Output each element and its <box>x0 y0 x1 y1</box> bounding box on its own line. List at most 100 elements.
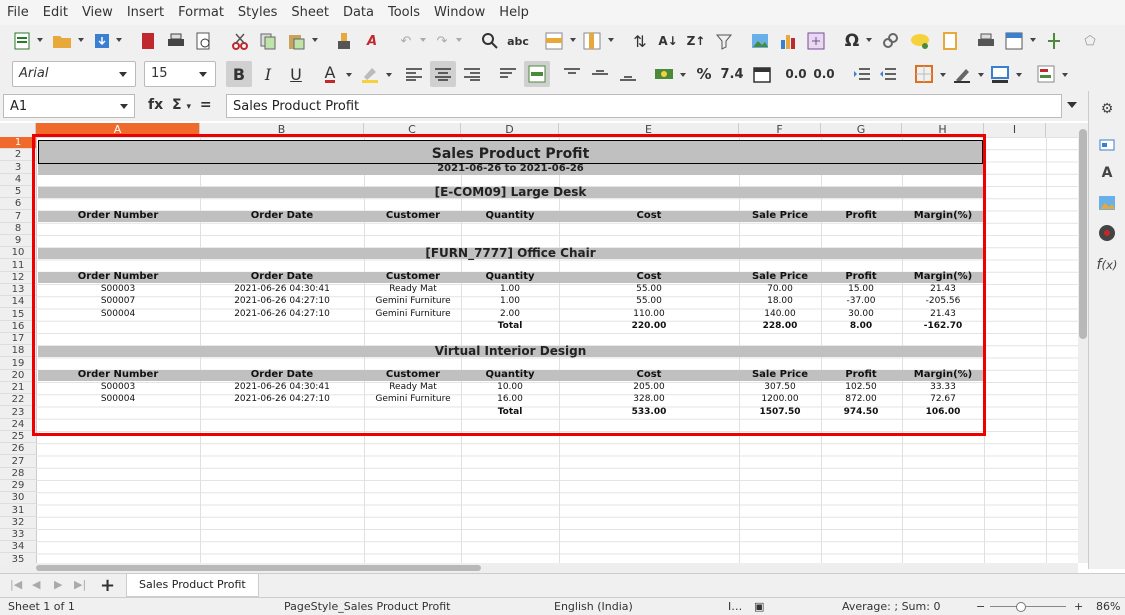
align-top-icon[interactable] <box>562 64 582 84</box>
menu-styles[interactable]: Styles <box>231 5 284 20</box>
row-header-4[interactable]: 4 <box>0 174 36 186</box>
last-sheet-icon[interactable]: ▶| <box>74 578 86 591</box>
freeze-dropdown-icon[interactable] <box>1030 38 1036 42</box>
vertical-scroll-thumb[interactable] <box>1079 129 1087 339</box>
conditional-format-dropdown-icon[interactable] <box>1062 73 1068 77</box>
row-header-11[interactable]: 11 <box>0 260 36 272</box>
sort-ascending-icon[interactable]: A↓ <box>658 31 678 51</box>
cell-order-number[interactable]: S00003 <box>38 284 198 294</box>
row-header-14[interactable]: 14 <box>0 296 36 309</box>
row-header-6[interactable]: 6 <box>0 198 36 211</box>
header-quantity[interactable]: Quantity <box>430 271 590 282</box>
row-header-26[interactable]: 26 <box>0 443 36 456</box>
align-right-icon[interactable] <box>462 64 482 84</box>
cell-margin[interactable]: 21.43 <box>863 309 1023 319</box>
borders-icon[interactable] <box>914 64 934 84</box>
find-replace-icon[interactable] <box>480 31 500 51</box>
decrease-indent-icon[interactable] <box>878 64 898 84</box>
cell-order-number[interactable]: S00004 <box>38 394 198 404</box>
row-header-22[interactable]: 22 <box>0 394 36 407</box>
selection-mode-icon[interactable]: I… <box>728 600 742 613</box>
formula-equals-icon[interactable]: = <box>200 97 212 113</box>
hyperlink-icon[interactable] <box>880 31 900 51</box>
zoom-level[interactable]: 86% <box>1096 600 1120 613</box>
cell-quantity[interactable]: 1.00 <box>430 296 590 306</box>
bold-icon[interactable]: B <box>226 61 252 87</box>
insert-chart-icon[interactable] <box>778 31 798 51</box>
clone-formatting-icon[interactable] <box>334 31 354 51</box>
cell-order-number[interactable]: S00003 <box>38 382 198 392</box>
column-icon[interactable] <box>582 31 602 51</box>
zoom-slider-thumb[interactable] <box>1016 602 1026 612</box>
cell-quantity[interactable]: 10.00 <box>430 382 590 392</box>
new-dropdown-icon[interactable] <box>37 38 43 42</box>
row-header-35[interactable]: 35 <box>0 554 36 564</box>
cell-margin[interactable]: -205.56 <box>863 296 1023 306</box>
row-header-32[interactable]: 32 <box>0 517 36 529</box>
cut-icon[interactable] <box>230 31 250 51</box>
properties-icon[interactable]: ⚙ <box>1097 99 1117 119</box>
horizontal-scroll-thumb[interactable] <box>36 565 481 571</box>
row-header-28[interactable]: 28 <box>0 468 36 480</box>
highlighting-dropdown-icon[interactable] <box>386 73 392 77</box>
zoom-out-icon[interactable]: − <box>976 600 985 613</box>
cell-grid[interactable]: Sales Product Profit 2021-06-26 to 2021-… <box>36 137 1078 563</box>
styles-icon[interactable] <box>1097 135 1117 155</box>
total-margin[interactable]: -162.70 <box>863 321 1023 331</box>
print-icon[interactable] <box>166 31 186 51</box>
zoom-slider[interactable] <box>990 606 1066 607</box>
document-modified-icon[interactable]: ▣ <box>754 600 764 613</box>
italic-icon[interactable]: I <box>258 64 278 84</box>
menu-tools[interactable]: Tools <box>381 5 427 20</box>
pivot-table-icon[interactable] <box>806 31 826 51</box>
menu-window[interactable]: Window <box>427 5 492 20</box>
name-box[interactable]: A1 <box>3 94 135 118</box>
insert-image-icon[interactable] <box>750 31 770 51</box>
border-color-icon[interactable] <box>990 64 1010 84</box>
row-header-19[interactable]: 19 <box>0 358 36 370</box>
font-size-chevron-icon[interactable] <box>199 72 207 77</box>
row-header-18[interactable]: 18 <box>0 345 36 358</box>
expand-formula-bar-icon[interactable] <box>1067 102 1077 108</box>
page-break-icon[interactable] <box>976 31 996 51</box>
select-all-corner[interactable] <box>0 123 36 137</box>
redo-dropdown-icon[interactable] <box>456 38 462 42</box>
prev-sheet-icon[interactable]: ◀ <box>32 578 40 591</box>
border-color-dropdown-icon[interactable] <box>1016 73 1022 77</box>
cell-margin[interactable]: 21.43 <box>863 284 1023 294</box>
header-quantity[interactable]: Quantity <box>430 369 590 380</box>
row-header-34[interactable]: 34 <box>0 541 36 554</box>
border-style-dropdown-icon[interactable] <box>978 73 984 77</box>
split-window-icon[interactable] <box>1044 31 1064 51</box>
align-bottom-icon[interactable] <box>618 64 638 84</box>
currency-dropdown-icon[interactable] <box>680 73 686 77</box>
header-margin[interactable]: Margin(%) <box>863 369 1023 380</box>
header-margin[interactable]: Margin(%) <box>863 271 1023 282</box>
col-header-h[interactable]: H <box>902 123 984 137</box>
column-dropdown-icon[interactable] <box>608 38 614 42</box>
row-icon[interactable] <box>544 31 564 51</box>
menu-file[interactable]: File <box>0 5 36 20</box>
open-dropdown-icon[interactable] <box>78 38 84 42</box>
borders-dropdown-icon[interactable] <box>940 73 946 77</box>
font-color-icon[interactable]: A <box>320 64 340 84</box>
underline-icon[interactable]: U <box>286 64 306 84</box>
paste-dropdown-icon[interactable] <box>312 38 318 42</box>
center-vertically-icon[interactable] <box>590 64 610 84</box>
row-header-25[interactable]: 25 <box>0 431 36 443</box>
row-header-10[interactable]: 10 <box>0 247 36 260</box>
row-header-15[interactable]: 15 <box>0 309 36 321</box>
cell-quantity[interactable]: 2.00 <box>430 309 590 319</box>
row-header-3[interactable]: 3 <box>0 162 36 174</box>
row-dropdown-icon[interactable] <box>570 38 576 42</box>
cell-quantity[interactable]: 16.00 <box>430 394 590 404</box>
total-label[interactable]: Total <box>430 321 590 331</box>
name-box-chevron-icon[interactable] <box>120 104 128 109</box>
row-header-23[interactable]: 23 <box>0 407 36 419</box>
menu-view[interactable]: View <box>75 5 120 20</box>
cell-quantity[interactable]: 1.00 <box>430 284 590 294</box>
special-character-icon[interactable]: Ω <box>842 31 862 51</box>
new-document-icon[interactable] <box>12 31 32 51</box>
save-dropdown-icon[interactable] <box>116 38 122 42</box>
row-header-17[interactable]: 17 <box>0 333 36 345</box>
